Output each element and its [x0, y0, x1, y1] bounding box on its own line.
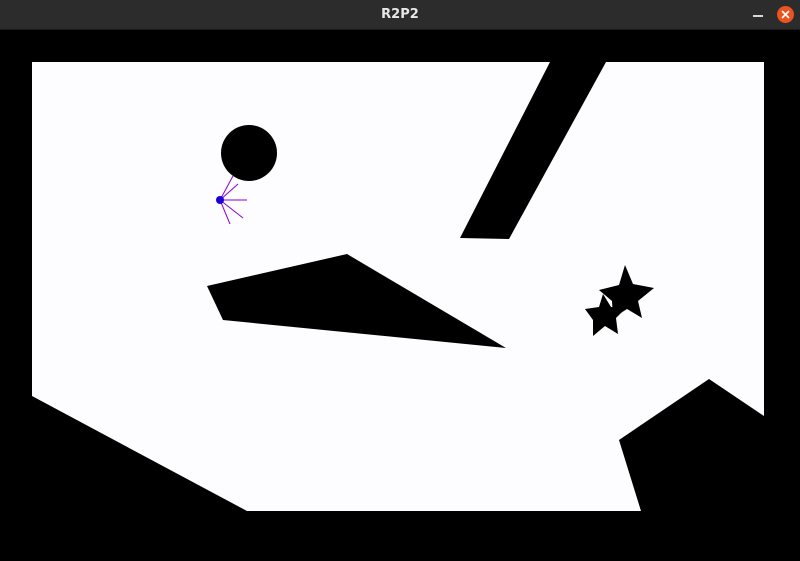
close-icon — [781, 10, 790, 19]
robot[interactable] — [216, 196, 224, 204]
circle-obstacle — [221, 125, 277, 181]
close-button[interactable] — [777, 6, 794, 23]
minimize-button[interactable] — [748, 5, 768, 25]
minimize-icon — [753, 15, 763, 17]
window-title: R2P2 — [381, 7, 419, 22]
simulation-map — [0, 30, 800, 561]
app-window: R2P2 — [0, 0, 800, 561]
title-bar[interactable]: R2P2 — [0, 0, 800, 30]
simulation-canvas[interactable] — [0, 30, 800, 561]
